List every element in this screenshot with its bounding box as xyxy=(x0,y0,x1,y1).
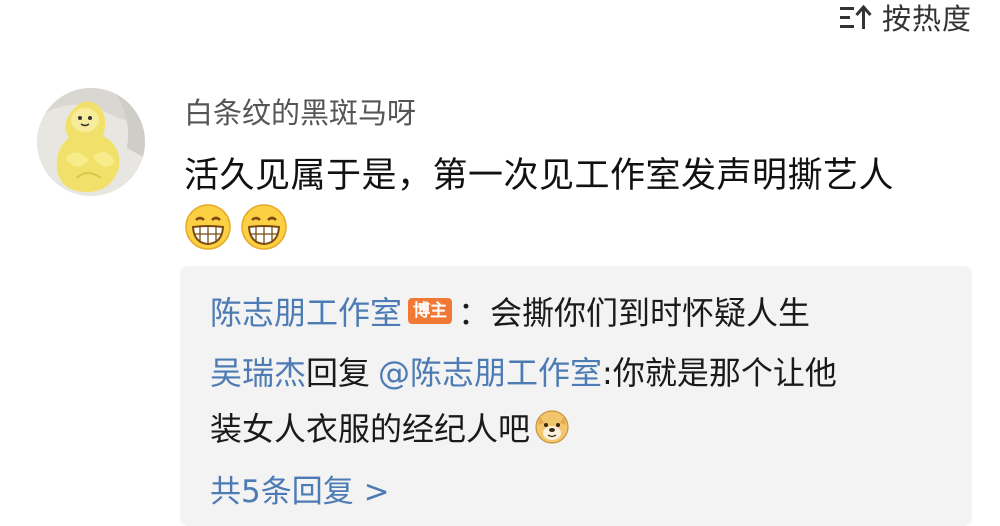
grin-emoji-icon xyxy=(241,204,287,250)
more-replies-label[interactable]: 共5条回复 > xyxy=(210,466,390,511)
reply-text: 会撕你们到时怀疑人生 xyxy=(490,294,811,332)
blogger-badge: 博主 xyxy=(408,298,453,324)
reply-action: 回复 xyxy=(306,354,371,392)
comment-page: 按热度 白条纹的黑斑马呀 活久见属于是，第一次见工作室发声明撕艺人 陈志朋工作室… xyxy=(0,0,1000,526)
doge-emoji-icon xyxy=(535,410,569,444)
reply-item[interactable]: 陈志朋工作室 博主 ： 会撕你们到时怀疑人生 xyxy=(210,288,810,334)
reply-text-continued: 装女人衣服的经纪人吧 xyxy=(210,404,570,450)
avatar-image xyxy=(37,88,145,196)
reply-author[interactable]: 吴瑞杰 xyxy=(210,348,306,394)
comment-text: 活久见属于是，第一次见工作室发声明撕艺人 xyxy=(184,156,895,196)
reply-text: 装女人衣服的经纪人吧 xyxy=(210,410,531,448)
reply-mention[interactable]: @陈志朋工作室 xyxy=(378,348,602,394)
reply-author[interactable]: 陈志朋工作室 xyxy=(210,288,402,334)
avatar[interactable] xyxy=(37,88,145,196)
sort-by-hot-button[interactable]: 按热度 xyxy=(838,0,972,36)
more-replies-link[interactable]: 共5条回复 > xyxy=(210,466,390,511)
reply-box[interactable]: 陈志朋工作室 博主 ： 会撕你们到时怀疑人生 吴瑞杰 回复 @陈志朋工作室 :你… xyxy=(180,266,972,526)
comment-username[interactable]: 白条纹的黑斑马呀 xyxy=(184,90,416,132)
sort-icon xyxy=(839,4,872,29)
sort-label: 按热度 xyxy=(881,2,972,36)
reply-separator: ： xyxy=(458,294,491,332)
reply-item[interactable]: 吴瑞杰 回复 @陈志朋工作室 :你就是那个让他 xyxy=(210,348,837,394)
reply-text: :你就是那个让他 xyxy=(602,354,837,392)
comment-emoji-row xyxy=(184,203,288,251)
grin-emoji-icon xyxy=(185,204,231,250)
